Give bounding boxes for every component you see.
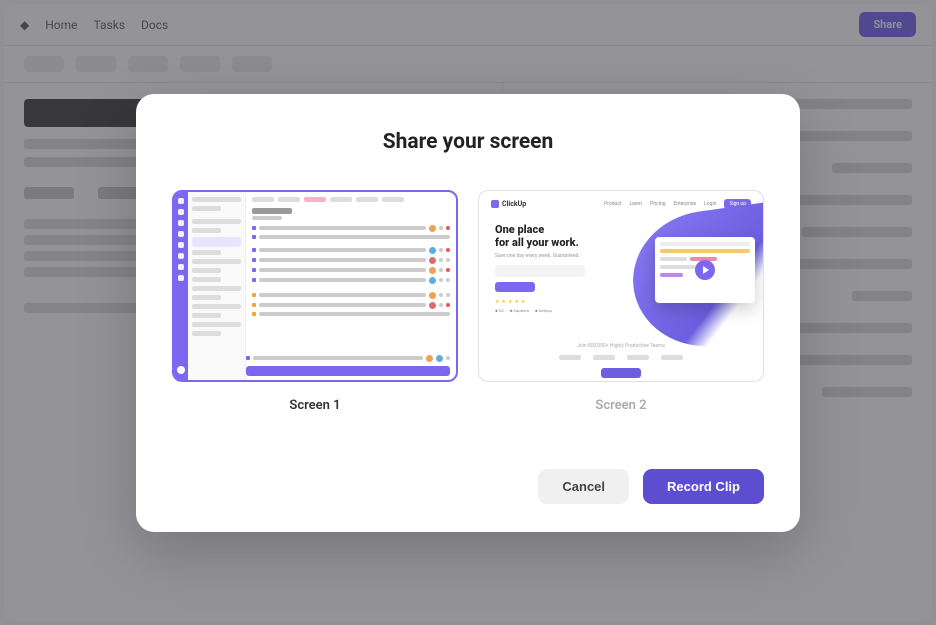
modal-actions: Cancel Record Clip: [172, 469, 764, 504]
thumb2-headline: One place: [495, 223, 751, 236]
share-screen-modal: Share your screen: [136, 94, 800, 532]
cancel-button[interactable]: Cancel: [538, 469, 629, 504]
thumb2-brand: ClickUp: [502, 200, 526, 208]
play-icon: [695, 260, 715, 280]
screen-2-label: Screen 2: [595, 398, 646, 413]
screen-1-label: Screen 1: [289, 398, 340, 413]
screen-2-thumbnail: ClickUp Product Learn Pricing Enterprise…: [478, 190, 764, 382]
screen-option-2[interactable]: ClickUp Product Learn Pricing Enterprise…: [478, 190, 764, 413]
modal-title: Share your screen: [172, 130, 764, 154]
screen-option-1[interactable]: Screen 1: [172, 190, 458, 413]
screen-choices: Screen 1 ClickUp Product Learn Pricing E…: [172, 190, 764, 413]
screen-1-thumbnail: [172, 190, 458, 382]
record-clip-button[interactable]: Record Clip: [643, 469, 764, 504]
